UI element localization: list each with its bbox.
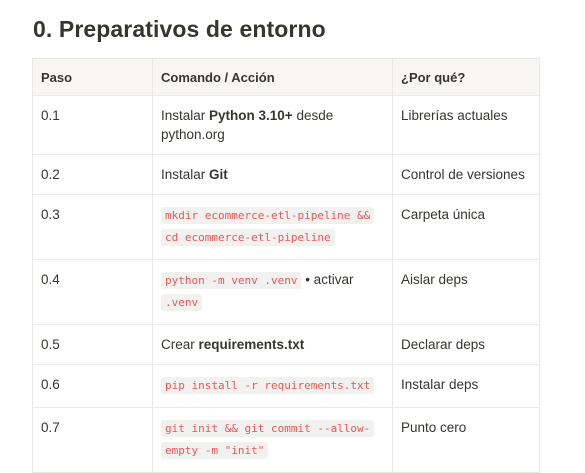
command-text: Instalar <box>161 108 210 123</box>
page: 0. Preparativos de entorno Paso Comando … <box>0 0 585 473</box>
command-text: • activar <box>301 272 354 287</box>
reason-cell: Control de versiones <box>392 154 540 195</box>
table-row: 0.1 Instalar Python 3.10+ desde python.o… <box>32 95 540 155</box>
reason-cell: Instalar deps <box>392 364 540 408</box>
command-text: Instalar <box>161 167 210 182</box>
inline-code: .venv <box>161 294 203 311</box>
step-number: 0.1 <box>32 95 153 155</box>
steps-table: Paso Comando / Acción ¿Por qué? 0.1 Inst… <box>32 58 540 473</box>
reason-cell: Librerías actuales <box>392 95 540 155</box>
table-row: 0.2 Instalar Git Control de versiones <box>32 154 540 195</box>
table-row: 0.6 pip install -r requirements.txt Inst… <box>32 364 540 408</box>
table-row: 0.3 mkdir ecommerce-etl-pipeline && cd ec… <box>32 194 540 260</box>
inline-code: mkdir ecommerce-etl-pipeline && <box>161 207 375 224</box>
table-header-row: Paso Comando / Acción ¿Por qué? <box>32 58 540 96</box>
command-bold: requirements.txt <box>198 337 305 352</box>
inline-code: git init && git commit --allow- <box>161 420 375 437</box>
table-row: 0.4 python -m venv .venv • activar .venv … <box>32 259 540 325</box>
reason-cell: Carpeta única <box>392 194 540 260</box>
step-number: 0.3 <box>32 194 153 260</box>
step-number: 0.4 <box>32 259 153 325</box>
reason-cell: Aislar deps <box>392 259 540 325</box>
step-number: 0.7 <box>32 407 153 473</box>
command-bold: Python 3.10+ <box>209 108 293 123</box>
command-cell: git init && git commit --allow-empty -m … <box>152 407 393 473</box>
command-cell: Instalar Git <box>152 154 393 195</box>
command-text: Crear <box>161 337 199 352</box>
step-number: 0.5 <box>32 324 153 365</box>
inline-code: python -m venv .venv <box>161 272 302 289</box>
command-cell: python -m venv .venv • activar .venv <box>152 259 393 325</box>
command-bold: Git <box>209 167 228 182</box>
table-row: 0.7 git init && git commit --allow-empty… <box>32 407 540 473</box>
command-cell: Instalar Python 3.10+ desde python.org <box>152 95 393 155</box>
command-cell: pip install -r requirements.txt <box>152 364 393 408</box>
reason-cell: Declarar deps <box>392 324 540 365</box>
command-cell: mkdir ecommerce-etl-pipeline && cd ecomme… <box>152 194 393 260</box>
header-step: Paso <box>32 58 153 96</box>
step-number: 0.2 <box>32 154 153 195</box>
inline-code: empty -m "init" <box>161 442 269 459</box>
header-command: Comando / Acción <box>152 58 393 96</box>
command-cell: Crear requirements.txt <box>152 324 393 365</box>
section-title: 0. Preparativos de entorno <box>33 16 326 42</box>
header-why: ¿Por qué? <box>392 58 540 96</box>
inline-code: pip install -r requirements.txt <box>161 377 375 394</box>
step-number: 0.6 <box>32 364 153 408</box>
reason-cell: Punto cero <box>392 407 540 473</box>
table-row: 0.5 Crear requirements.txt Declarar deps <box>32 324 540 365</box>
inline-code: cd ecommerce-etl-pipeline <box>161 229 335 246</box>
